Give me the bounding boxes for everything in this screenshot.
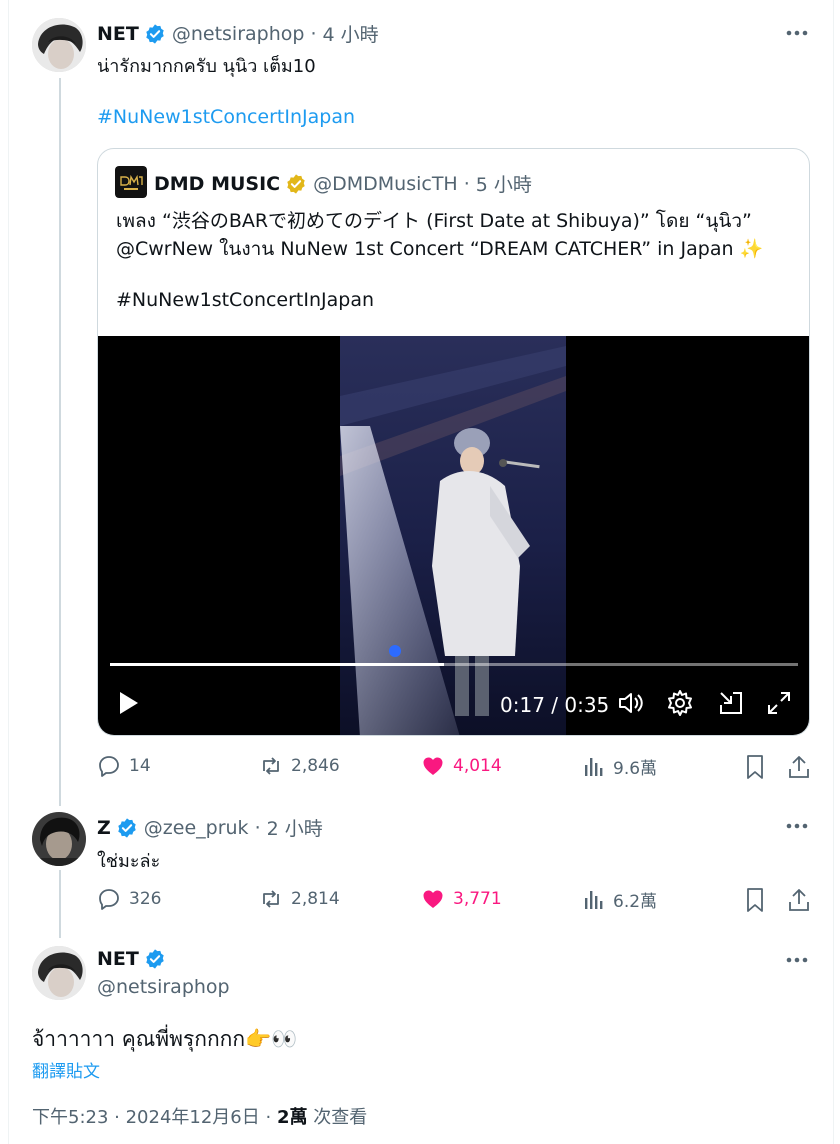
thread-line <box>59 78 61 806</box>
share-icon[interactable] <box>787 754 811 784</box>
author-name[interactable]: NET <box>97 23 139 45</box>
reply-icon <box>99 889 119 910</box>
post-time[interactable]: 2 小時 <box>267 814 323 841</box>
verified-badge-icon[interactable] <box>116 817 138 839</box>
quoted-header: DMD MUSIC @DMDMusicTH · 5 小時 <box>154 170 532 197</box>
views-button[interactable]: 9.6萬 <box>583 754 657 779</box>
like-icon <box>423 890 443 908</box>
views-icon <box>585 890 603 909</box>
gold-verified-badge-icon[interactable] <box>285 173 307 195</box>
video-frame <box>340 336 566 735</box>
hashtag-link[interactable]: #NuNew1stConcertInJapan <box>97 106 355 128</box>
reply-button[interactable]: 14 <box>97 754 151 778</box>
share-icon[interactable] <box>787 887 811 917</box>
verified-badge-icon[interactable] <box>144 23 166 45</box>
quoted-hashtag: #NuNew1stConcertInJapan <box>116 289 375 311</box>
reply-icon <box>99 756 119 777</box>
reply-text: ใช่มะล่ะ <box>97 851 161 872</box>
like-button[interactable]: 4,014 <box>421 754 502 778</box>
reply-header: Z @zee_pruk · 2 小時 <box>97 814 323 841</box>
reply-count: 14 <box>129 756 151 776</box>
avatar[interactable] <box>32 18 86 72</box>
bookmark-icon[interactable] <box>744 887 766 917</box>
repost-count: 2,814 <box>291 889 340 909</box>
views-icon <box>585 757 603 776</box>
author-handle[interactable]: @netsiraphop <box>172 23 305 45</box>
focus-post-text: จ้าาาาาา คุณพี่พรุกกกก👉👀 <box>32 1027 298 1051</box>
volume-icon[interactable] <box>616 688 646 722</box>
reply-count: 326 <box>129 889 162 909</box>
reply-actions: 326 2,814 3,771 6.2萬 <box>97 887 813 917</box>
post-time[interactable]: 4 小時 <box>323 20 379 47</box>
quoted-text-line: เพลง “渋谷のBARで初めてのデイト (First Date at Shib… <box>116 210 752 232</box>
post-actions: 14 2,846 4,014 9.6萬 <box>97 754 813 784</box>
post-timestamp[interactable]: 下午5:23 · 2024年12月6日 · <box>32 1107 271 1128</box>
more-icon[interactable] <box>782 815 812 837</box>
quoted-post-time: 5 小時 <box>475 174 532 196</box>
video-time: 0:17 / 0:35 <box>500 693 610 717</box>
like-count: 3,771 <box>453 889 502 909</box>
quoted-author-name[interactable]: DMD MUSIC <box>154 173 280 195</box>
quoted-post[interactable]: DMD MUSIC @DMDMusicTH · 5 小時 เพลง “渋谷のBA… <box>97 148 810 736</box>
play-icon[interactable] <box>116 688 142 722</box>
focus-header: NET <box>97 948 172 970</box>
like-count: 4,014 <box>453 756 502 776</box>
separator: · <box>254 816 261 839</box>
video-progress-fill <box>110 663 445 666</box>
author-handle[interactable]: @netsiraphop <box>97 976 230 998</box>
views-count: 9.6萬 <box>613 759 658 779</box>
more-icon[interactable] <box>782 949 812 971</box>
post-header: NET @netsiraphop · 4 小時 <box>97 20 379 47</box>
thread-line <box>59 870 61 938</box>
post-meta: 下午5:23 · 2024年12月6日 · 2萬 次查看 <box>32 1103 367 1129</box>
repost-count: 2,846 <box>291 756 340 776</box>
quoted-author-handle: @DMDMusicTH <box>313 172 458 195</box>
reply-button[interactable]: 326 <box>97 887 161 911</box>
more-icon[interactable] <box>782 22 812 44</box>
like-icon <box>423 757 443 775</box>
separator: · <box>310 22 317 45</box>
views-count: 6.2萬 <box>613 892 658 912</box>
like-button[interactable]: 3,771 <box>421 887 502 911</box>
repost-button[interactable]: 2,814 <box>259 887 340 911</box>
quoted-text-line: @CwrNew ในงาน NuNew 1st Concert “DREAM C… <box>116 238 764 260</box>
separator: · <box>463 172 470 195</box>
verified-badge-icon[interactable] <box>144 948 166 970</box>
views-label: 次查看 <box>313 1107 368 1128</box>
quoted-avatar[interactable] <box>115 166 147 198</box>
avatar[interactable] <box>32 812 86 866</box>
repost-icon <box>263 890 279 908</box>
repost-button[interactable]: 2,846 <box>259 754 340 778</box>
author-handle[interactable]: @zee_pruk <box>144 817 249 839</box>
video-player[interactable]: 0:17 / 0:35 <box>98 336 809 735</box>
views-total: 2萬 <box>276 1107 308 1128</box>
translate-link[interactable]: 翻譯貼文 <box>32 1057 100 1082</box>
repost-icon <box>263 757 279 775</box>
settings-icon[interactable] <box>665 688 695 722</box>
video-progress-bar[interactable] <box>110 663 798 666</box>
author-name[interactable]: Z <box>97 817 111 839</box>
author-name[interactable]: NET <box>97 948 139 970</box>
views-button[interactable]: 6.2萬 <box>583 887 657 912</box>
fullscreen-icon[interactable] <box>764 688 794 722</box>
bookmark-icon[interactable] <box>744 754 766 784</box>
pip-icon[interactable] <box>716 688 746 722</box>
avatar[interactable] <box>32 946 86 1000</box>
post-text: น่ารักมากกครับ นุนิว เต็ม10 <box>97 56 316 77</box>
